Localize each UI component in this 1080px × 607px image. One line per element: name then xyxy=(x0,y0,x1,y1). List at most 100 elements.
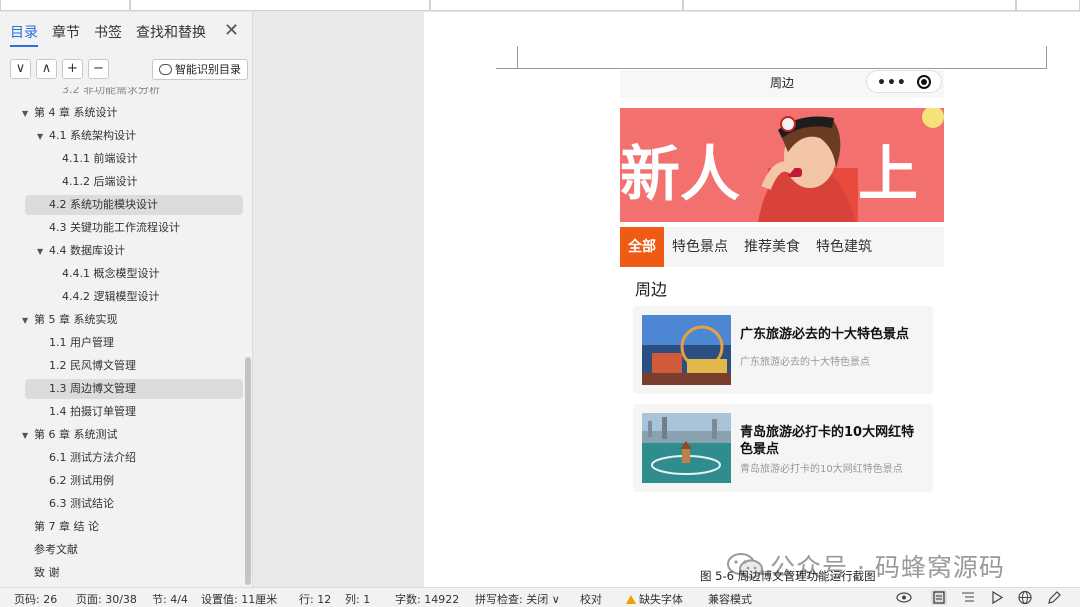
toc-item-label: 6.1 测试方法介绍 xyxy=(49,451,136,464)
toc-item-label: 第 4 章 系统设计 xyxy=(34,106,118,119)
toc-item-label: 3.2 非功能需求分析 xyxy=(62,87,160,96)
tab-bookmarks[interactable]: 书签 xyxy=(94,22,122,47)
smart-toc-label: 智能识别目录 xyxy=(175,63,241,76)
expand-arrow-icon[interactable]: ▼ xyxy=(22,311,34,331)
navigation-panel: 目录 章节 书签 查找和替换 ✕ ∨ ∧ + − 智能识别目录 3.2 非功能需… xyxy=(0,12,253,587)
close-target-icon[interactable] xyxy=(917,75,931,89)
missing-font-button[interactable]: 缺失字体 xyxy=(626,591,683,607)
figure-caption: 图 5-6 周边博文管理功能运行截图 xyxy=(700,569,876,583)
toc-item-label: 4.3 关键功能工作流程设计 xyxy=(49,221,180,234)
banner-model-image xyxy=(758,116,858,222)
toc-item-label: 4.2 系统功能模块设计 xyxy=(49,198,158,211)
tab-toc[interactable]: 目录 xyxy=(10,22,38,47)
expand-arrow-icon[interactable]: ▼ xyxy=(37,242,49,262)
promo-banner[interactable]: 新人 上线 xyxy=(620,108,944,222)
web-view-icon[interactable] xyxy=(1017,590,1033,605)
category-tabs: 全部 特色景点 推荐美食 特色建筑 xyxy=(620,227,944,267)
toc-item-label: 1.3 周边博文管理 xyxy=(49,382,136,395)
document-page: 周边 ••• 新人 上线 xyxy=(424,12,1080,587)
smart-icon xyxy=(159,64,172,75)
status-page-number[interactable]: 页码: 26 xyxy=(14,591,57,607)
tab-chapters[interactable]: 章节 xyxy=(52,22,80,47)
tab-find-replace[interactable]: 查找和替换 xyxy=(136,22,206,47)
toc-item-label: 4.1 系统架构设计 xyxy=(49,129,136,142)
warning-icon xyxy=(626,595,636,604)
article-card[interactable]: 青岛旅游必打卡的10大网红特色景点 青岛旅游必打卡的10大网红特色景点 xyxy=(633,404,933,492)
category-tab[interactable]: 推荐美食 xyxy=(736,227,808,267)
smart-toc-button[interactable]: 智能识别目录 xyxy=(152,59,248,80)
banner-text-right: 上线 xyxy=(858,140,918,210)
article-subtitle: 青岛旅游必打卡的10大网红特色景点 xyxy=(740,464,903,475)
pen-icon[interactable] xyxy=(1046,590,1062,605)
ruler-strip xyxy=(0,0,1080,12)
status-word-count[interactable]: 字数: 14922 xyxy=(395,591,459,607)
toc-toolbar: ∨ ∧ + − xyxy=(10,59,109,79)
status-page[interactable]: 页面: 30/38 xyxy=(76,591,137,607)
toc-item-label: 4.1.1 前端设计 xyxy=(62,152,138,165)
toc-item[interactable]: 1.3 周边博文管理 xyxy=(25,379,243,399)
status-setting[interactable]: 设置值: 11厘米 xyxy=(201,591,277,607)
page-view-icon[interactable] xyxy=(931,590,947,605)
nav-scrollbar[interactable] xyxy=(245,357,251,585)
article-thumbnail xyxy=(642,315,731,385)
article-thumbnail xyxy=(642,413,731,483)
outline-view-icon[interactable] xyxy=(960,590,976,605)
close-icon[interactable]: ✕ xyxy=(224,20,239,41)
collapse-button[interactable]: ∧ xyxy=(36,59,57,79)
crop-mark xyxy=(1046,46,1047,68)
eye-icon[interactable] xyxy=(896,590,912,605)
toc-item-label: 第 7 章 结 论 xyxy=(34,520,99,533)
ruler-cell xyxy=(430,0,683,11)
article-subtitle: 广东旅游必去的十大特色景点 xyxy=(740,357,870,368)
add-heading-button[interactable]: + xyxy=(62,59,83,79)
play-icon[interactable] xyxy=(989,590,1005,605)
app-screenshot: 周边 ••• 新人 上线 xyxy=(620,70,944,495)
nav-tabs: 目录 章节 书签 查找和替换 xyxy=(10,22,220,47)
expand-arrow-icon[interactable]: ▼ xyxy=(22,426,34,446)
expand-button[interactable]: ∨ xyxy=(10,59,31,79)
toc-item-label: 1.2 民风博文管理 xyxy=(49,359,136,372)
toc-item-label: 6.2 测试用例 xyxy=(49,474,114,487)
toc-item-label: 4.4.2 逻辑模型设计 xyxy=(62,290,160,303)
expand-arrow-icon[interactable]: ▼ xyxy=(37,127,49,147)
status-bar: 页码: 26 页面: 30/38 节: 4/4 设置值: 11厘米 行: 12 … xyxy=(0,587,1080,607)
more-icon[interactable]: ••• xyxy=(877,75,907,91)
miniapp-capsule[interactable]: ••• xyxy=(866,70,942,93)
toc-item-label: 致 谢 xyxy=(34,566,60,579)
toc-item-label: 4.4 数据库设计 xyxy=(49,244,125,257)
toc-item-label: 1.4 拍摄订单管理 xyxy=(49,405,136,418)
category-tab[interactable]: 全部 xyxy=(620,227,664,267)
article-card[interactable]: 广东旅游必去的十大特色景点 广东旅游必去的十大特色景点 xyxy=(633,306,933,394)
toc-item-label: 4.1.2 后端设计 xyxy=(62,175,138,188)
toc-item-label: 6.3 测试结论 xyxy=(49,497,114,510)
category-tab[interactable]: 特色建筑 xyxy=(808,227,880,267)
toc-item-label: 4.4.1 概念模型设计 xyxy=(62,267,160,280)
ruler-cell xyxy=(683,0,1016,11)
ruler-cell xyxy=(130,0,430,11)
document-area: 周边 ••• 新人 上线 xyxy=(424,12,1080,587)
compat-mode[interactable]: 兼容模式 xyxy=(708,591,752,607)
article-title: 青岛旅游必打卡的10大网红特色景点 xyxy=(740,425,915,457)
remove-heading-button[interactable]: − xyxy=(88,59,109,79)
status-col[interactable]: 列: 1 xyxy=(345,591,370,607)
banner-decor xyxy=(922,108,944,128)
toc-item-label: 1.1 用户管理 xyxy=(49,336,114,349)
crop-mark xyxy=(496,68,518,69)
spell-check-toggle[interactable]: 拼写检查: 关闭 ∨ xyxy=(475,591,560,607)
status-row[interactable]: 行: 12 xyxy=(299,591,331,607)
app-header: 周边 ••• xyxy=(620,70,944,98)
toc-item[interactable]: 4.2 系统功能模块设计 xyxy=(25,195,243,215)
proofread-button[interactable]: 校对 xyxy=(580,591,602,607)
missing-font-label: 缺失字体 xyxy=(639,593,683,606)
header-line xyxy=(517,68,1047,69)
expand-arrow-icon[interactable]: ▼ xyxy=(22,104,34,124)
crop-mark xyxy=(517,46,518,68)
status-section[interactable]: 节: 4/4 xyxy=(152,591,188,607)
ruler-cell xyxy=(0,0,130,11)
toc-item-label: 第 5 章 系统实现 xyxy=(34,313,118,326)
category-tab[interactable]: 特色景点 xyxy=(664,227,736,267)
ruler-cell xyxy=(1016,0,1080,11)
section-title: 周边 xyxy=(635,280,668,299)
article-title: 广东旅游必去的十大特色景点 xyxy=(740,327,910,342)
toc-item-label: 参考文献 xyxy=(34,543,78,556)
